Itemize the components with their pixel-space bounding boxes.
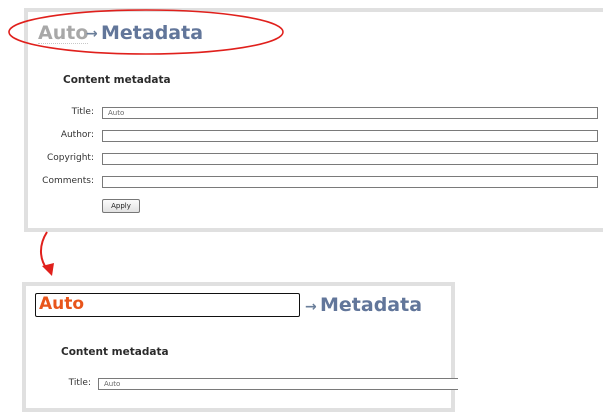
breadcrumb-arrow-icon: →: [305, 299, 317, 315]
breadcrumb-metadata: Metadata: [101, 22, 204, 44]
copyright-input[interactable]: [102, 153, 598, 165]
copyright-label: Copyright:: [46, 153, 94, 163]
title-input[interactable]: [98, 378, 458, 390]
section-title: Content metadata: [61, 346, 169, 358]
arrowhead-icon: [42, 263, 54, 276]
apply-button[interactable]: Apply: [102, 199, 140, 213]
title-label: Title:: [68, 378, 91, 388]
author-label: Author:: [60, 130, 94, 140]
section-title: Content metadata: [63, 74, 171, 86]
title-label: Title:: [71, 107, 94, 117]
comments-label: Comments:: [42, 176, 94, 186]
curved-arrow-icon: [40, 231, 48, 270]
comments-input[interactable]: [102, 176, 598, 188]
breadcrumb-metadata: Metadata: [320, 294, 423, 316]
breadcrumb-arrow-icon: →: [86, 26, 98, 42]
breadcrumb-auto-link[interactable]: Auto: [38, 23, 89, 44]
author-input[interactable]: [102, 130, 598, 142]
breadcrumb-auto-edit-field[interactable]: Auto: [35, 293, 300, 317]
metadata-panel-bottom: Auto → Metadata Content metadata Title:: [22, 282, 458, 412]
metadata-panel-top: Auto → Metadata Content metadata Title: …: [24, 8, 603, 232]
title-input[interactable]: [102, 107, 598, 119]
